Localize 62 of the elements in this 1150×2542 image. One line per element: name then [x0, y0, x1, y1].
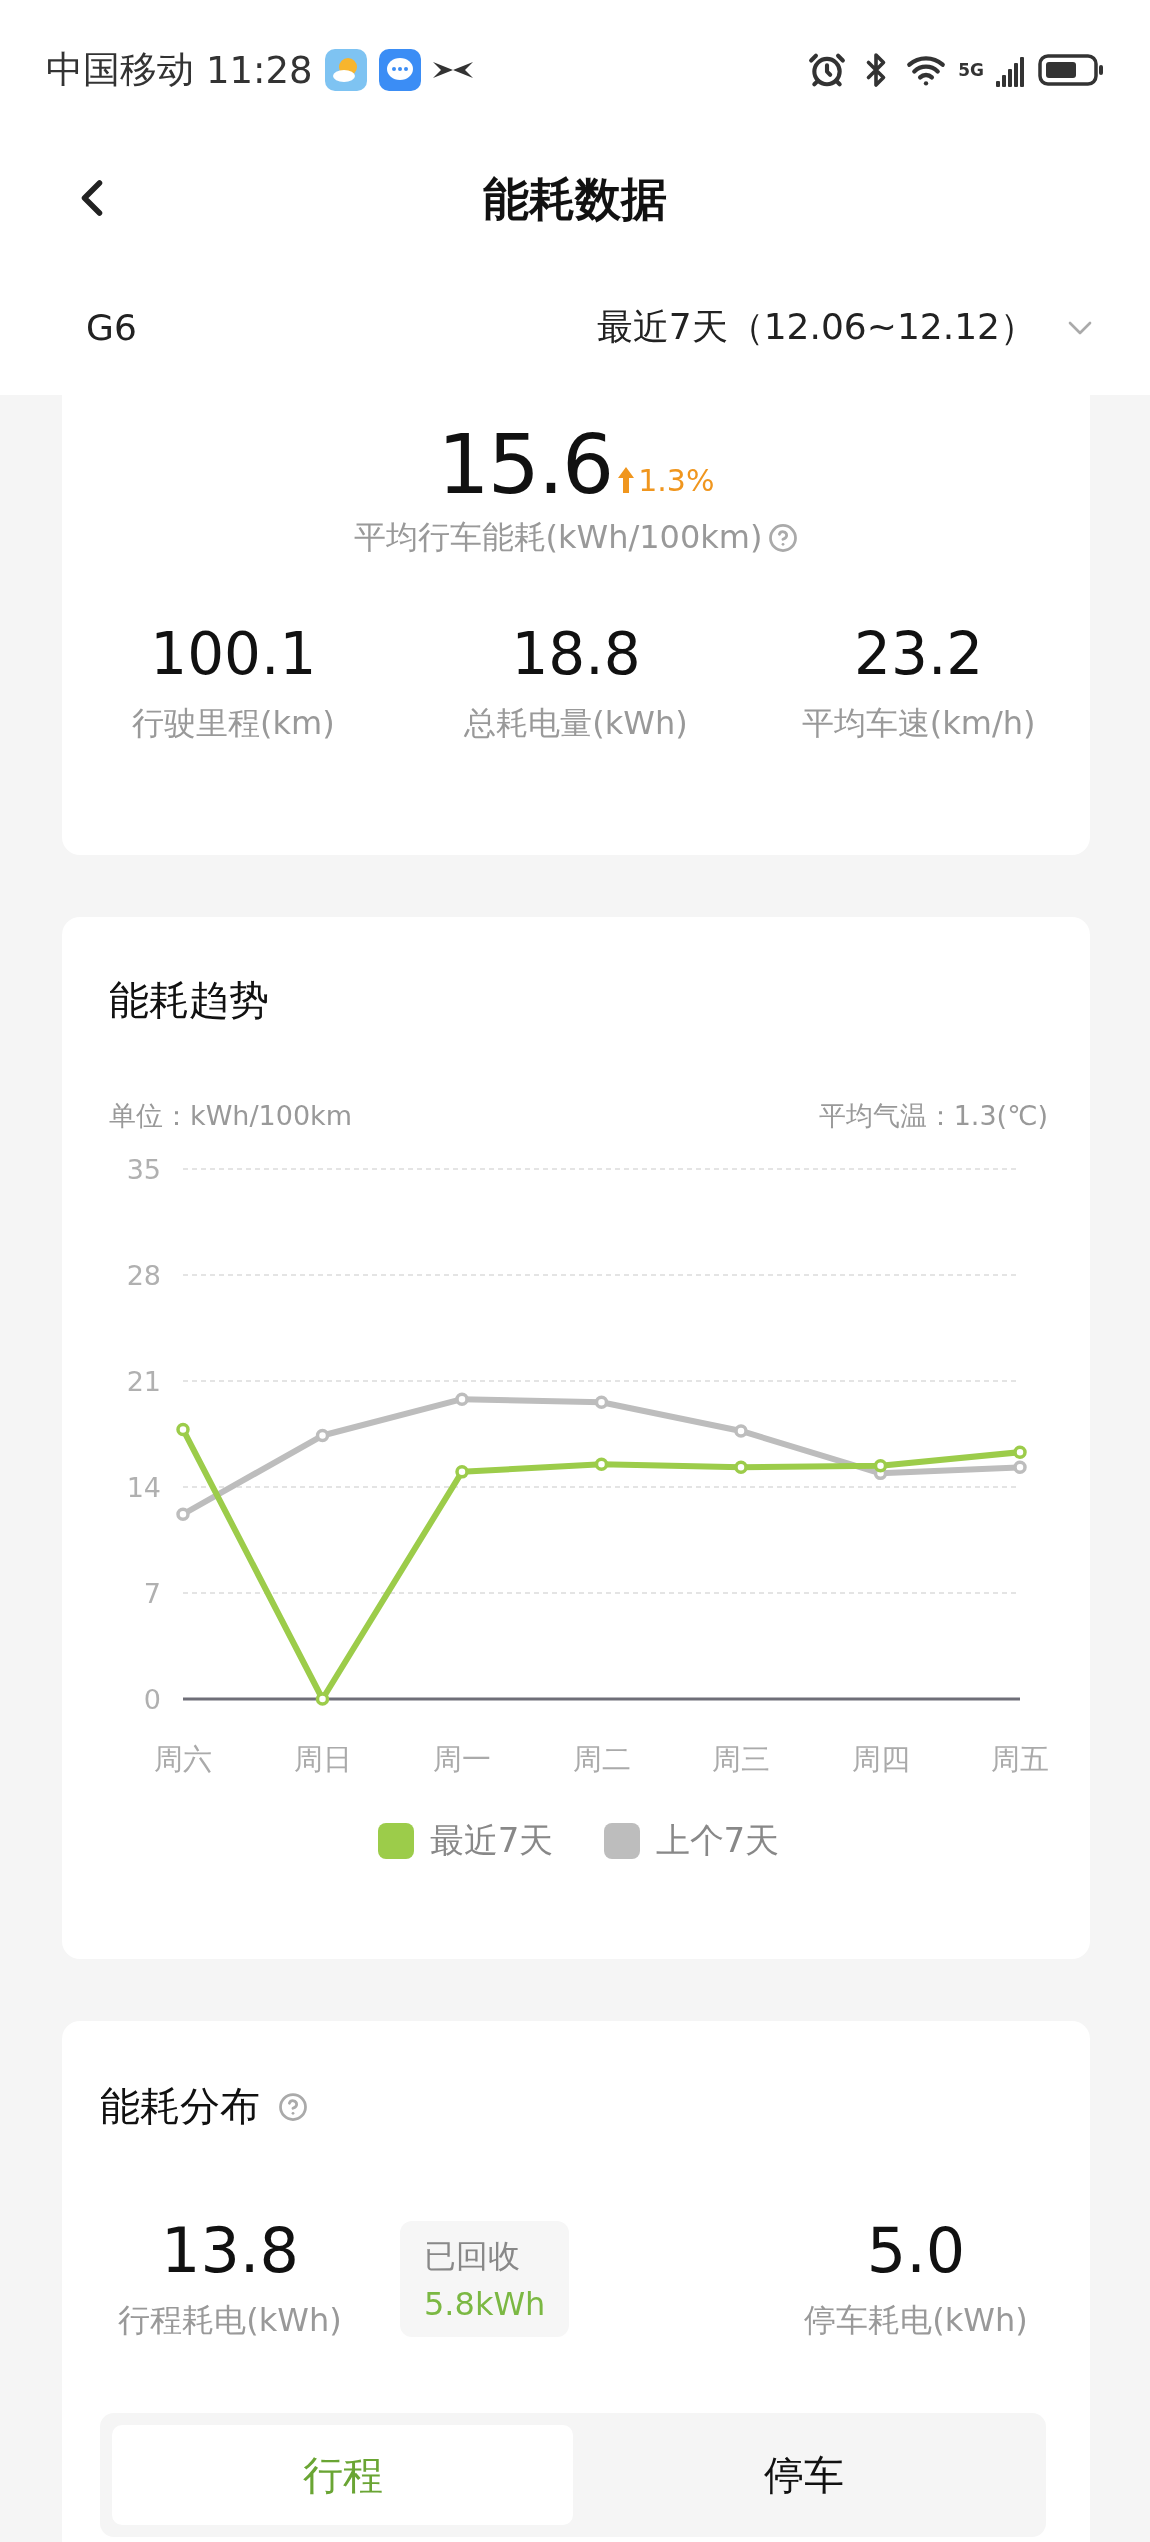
- alarm-icon: [808, 51, 847, 89]
- axis-category-label: 周一: [433, 1742, 491, 1776]
- bow-tie-icon: [432, 60, 473, 80]
- axis-tick-label: 21: [126, 1366, 161, 1397]
- point: [734, 1460, 748, 1475]
- average-consumption-value: 15.6: [437, 417, 613, 512]
- axis-tick-label: 28: [126, 1260, 161, 1291]
- axis-category-label: 周四: [851, 1742, 910, 1776]
- up-arrow-icon: [618, 467, 635, 493]
- point: [455, 1465, 469, 1479]
- battery-icon: [1038, 54, 1104, 86]
- stat-label: 平均车速(km/h): [801, 703, 1036, 744]
- axis-tick-label: 7: [143, 1578, 161, 1609]
- axis-category-label: 周三: [712, 1742, 770, 1776]
- point: [315, 1428, 330, 1443]
- unit-label: 单位：kWh/100km: [109, 1099, 352, 1133]
- point: [873, 1459, 888, 1473]
- axis-tick-label: 35: [126, 1154, 161, 1185]
- point: [1013, 1460, 1027, 1475]
- point: [734, 1424, 748, 1438]
- stat-value: 18.8: [511, 620, 641, 688]
- driving-consumption-value: 13.8: [160, 2214, 299, 2287]
- axis-category-label: 周五: [991, 1742, 1049, 1776]
- stat-value: 100.1: [150, 620, 317, 688]
- vehicle-name[interactable]: G6: [86, 307, 137, 348]
- section-title: 能耗分布: [100, 2082, 260, 2131]
- point: [1013, 1445, 1027, 1459]
- message-app-icon: [378, 49, 421, 91]
- network-type: 5G: [958, 61, 984, 79]
- help-icon[interactable]: [278, 2091, 308, 2122]
- point: [455, 1392, 469, 1406]
- change-percent: 1.3%: [638, 462, 715, 498]
- axis-category-label: 周日: [293, 1742, 352, 1776]
- stat-label: 总耗电量(kWh): [464, 703, 688, 744]
- recovered-label: 已回收: [424, 2235, 521, 2277]
- weather-app-icon: [324, 49, 367, 91]
- stat-value: 23.2: [854, 620, 984, 688]
- point: [594, 1395, 609, 1409]
- axis-tick-label: 0: [143, 1684, 161, 1715]
- point: [594, 1457, 609, 1472]
- point: [176, 1422, 190, 1437]
- axis-category-label: 周六: [154, 1742, 212, 1776]
- recovered-value: 5.8kWh: [424, 2284, 546, 2323]
- help-icon[interactable]: [768, 523, 799, 553]
- point: [315, 1692, 330, 1706]
- point: [176, 1507, 190, 1522]
- legend-label: 最近7天: [429, 1819, 554, 1862]
- parking-consumption-label: 停车耗电(kWh): [804, 2300, 1028, 2341]
- axis-category-label: 周二: [572, 1742, 631, 1776]
- segment-tab[interactable]: 停车: [573, 2425, 1034, 2525]
- stat-label: 行驶里程(km): [132, 703, 335, 744]
- page-title: 能耗数据: [483, 171, 667, 228]
- section-title: 能耗趋势: [109, 976, 270, 1025]
- period-dropdown[interactable]: 最近7天（12.06~12.12）: [596, 303, 1100, 352]
- carrier-name: 中国移动: [46, 47, 194, 93]
- clock-time: 11:28: [206, 48, 313, 92]
- axis-tick-label: 14: [126, 1472, 161, 1503]
- parking-consumption-value: 5.0: [866, 2214, 966, 2287]
- legend-label: 上个7天: [655, 1819, 780, 1862]
- temperature-label: 平均气温：1.3(℃): [818, 1099, 1048, 1133]
- average-consumption-label: 平均行车能耗(kWh/100km): [353, 517, 763, 558]
- driving-consumption-label: 行程耗电(kWh): [118, 2300, 342, 2341]
